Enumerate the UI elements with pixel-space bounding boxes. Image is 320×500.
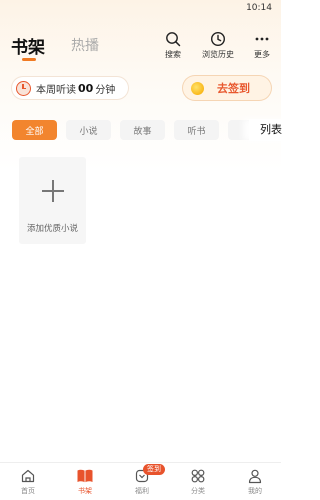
user-icon [248, 469, 262, 484]
filter-chip-all[interactable]: 全部 [12, 120, 57, 140]
filter-chip-story[interactable]: 故事 [120, 120, 165, 140]
more-dots-icon [255, 37, 269, 41]
nav-label-mine: 我的 [248, 487, 262, 495]
add-novel-label: 添加优质小说 [26, 224, 78, 234]
active-tab-indicator [22, 58, 36, 61]
search-icon [166, 32, 181, 47]
nav-label-home: 首页 [21, 487, 35, 495]
add-novel-card[interactable]: 添加优质小说 [19, 157, 86, 244]
signin-label: 去签到 [217, 82, 250, 95]
plus-icon [42, 180, 64, 202]
grid-icon [191, 469, 205, 483]
header: 书架 热播 搜索 浏览历史 更多 [0, 28, 281, 64]
nav-label-welfare: 福利 [135, 487, 149, 495]
clock-icon [210, 31, 226, 47]
nav-item-bookshelf[interactable]: 书架 [65, 468, 105, 500]
nav-item-mine[interactable]: 我的 [235, 468, 275, 500]
tab-hot[interactable]: 热播 [71, 35, 99, 55]
more-button[interactable]: 更多 [242, 31, 282, 63]
filter-chip-novel[interactable]: 小说 [66, 120, 111, 140]
book-icon [77, 469, 93, 483]
signin-badge: 签到 [143, 464, 165, 475]
status-time: 10:14 [246, 3, 272, 13]
tab-bookshelf[interactable]: 书架 [11, 33, 45, 58]
nav-item-category[interactable]: 分类 [178, 468, 218, 500]
status-bar: 10:14 [0, 0, 281, 18]
nav-label-bookshelf: 书架 [78, 487, 92, 495]
clock-badge-icon [16, 80, 31, 96]
filter-chip-audiobook[interactable]: 听书 [174, 120, 219, 140]
history-label: 浏览历史 [202, 50, 234, 59]
search-button[interactable]: 搜索 [153, 31, 193, 63]
weekly-listen-stats[interactable]: 本周听读 00 分钟 [12, 77, 128, 99]
nav-label-category: 分类 [191, 487, 205, 495]
coin-icon [191, 81, 204, 95]
signin-button[interactable]: 去签到 [183, 76, 271, 100]
list-view-toggle[interactable]: 列表 [249, 119, 293, 141]
category-filter-bar: 全部 小说 故事 听书 列表 [12, 119, 293, 141]
nav-item-home[interactable]: 首页 [8, 468, 48, 500]
home-icon [21, 469, 35, 483]
listen-prefix: 本周听读 [36, 84, 76, 96]
search-label: 搜索 [165, 50, 181, 59]
listen-minutes-value: 00 [78, 81, 94, 95]
history-button[interactable]: 浏览历史 [197, 31, 239, 63]
bottom-navigation: 首页 书架 福利 分类 我的 [0, 462, 281, 500]
more-label: 更多 [254, 50, 270, 59]
listen-unit: 分钟 [95, 84, 116, 96]
